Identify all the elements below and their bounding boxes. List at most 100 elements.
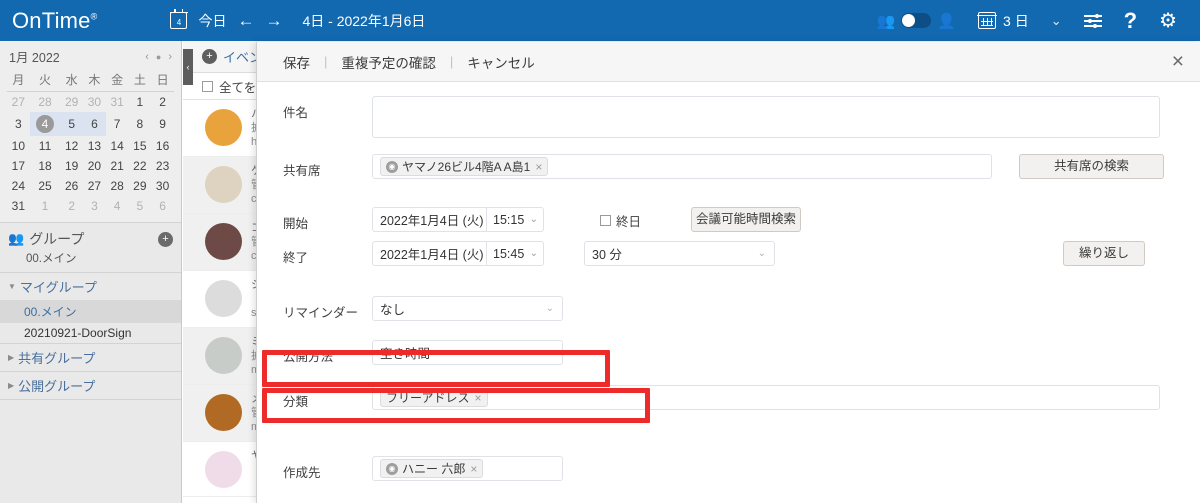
day-cell[interactable]: 30 [83,92,106,113]
calendar-icon[interactable]: 4 [169,9,189,29]
shared-seat-token[interactable]: ◉ ヤマノ26ビル4階A A島1 × [380,157,549,176]
day-cell[interactable]: 3 [7,112,30,136]
day-cell[interactable]: 6 [83,112,106,136]
day-cell[interactable]: 21 [106,156,129,176]
sidebar-item-public-group[interactable]: ▶ 公開グループ [0,371,181,399]
sidebar-item-00-main[interactable]: 00.メイン [0,300,181,323]
day-number: 15 [133,139,147,153]
app-logo[interactable]: OnTime® [12,8,97,34]
day-cell[interactable]: 9 [151,112,174,136]
day-cell[interactable]: 29 [128,176,151,196]
view-toggle-switch[interactable] [901,13,932,28]
day-cell[interactable]: 5 [128,196,151,216]
repeat-button[interactable]: 繰り返し [1063,241,1145,266]
sidebar-item-shared-group[interactable]: ▶ 共有グループ [0,343,181,371]
avatar [205,109,242,146]
day-cell[interactable]: 2 [151,92,174,113]
sidebar-collapse-handle[interactable]: ‹ [183,49,193,85]
day-cell[interactable]: 27 [7,92,30,113]
reminder-select[interactable]: なし ⌄ [372,296,563,321]
sidebar-item-doorsign[interactable]: 20210921-DoorSign [0,323,181,343]
select-all-checkbox[interactable] [202,80,213,92]
start-time-select[interactable]: 15:15 ⌄ [486,207,544,232]
mini-calendar-today-dot-icon[interactable]: ● [156,52,161,62]
start-date-input[interactable]: 2022年1月4日 (火) [372,207,486,232]
mini-calendar-prev-icon[interactable]: ‹ [145,51,149,63]
day-number: 2 [68,199,76,213]
day-cell[interactable]: 3 [83,196,106,216]
day-cell[interactable]: 12 [60,136,83,156]
mini-calendar-next-icon[interactable]: › [168,51,172,63]
filter-button[interactable] [1073,13,1113,28]
day-cell[interactable]: 1 [128,92,151,113]
all-day-toggle[interactable]: 終日 [600,207,641,230]
day-cell-today[interactable]: 4 [29,112,61,136]
remove-token-icon[interactable]: × [535,160,542,174]
plus-circle-icon[interactable]: + [202,49,217,64]
next-arrow-icon[interactable]: → [265,12,282,29]
day-cell[interactable]: 22 [128,156,151,176]
day-cell[interactable]: 31 [106,92,129,113]
create-in-input[interactable]: ◉ ハニー 六郎 × [372,456,563,481]
add-group-button[interactable]: + [158,231,173,247]
close-icon[interactable]: × [1172,51,1184,72]
all-day-checkbox[interactable] [600,215,611,226]
twisty-icon[interactable]: ▶ [8,353,14,362]
day-cell[interactable]: 10 [7,136,30,156]
duration-select[interactable]: 30 分 ⌄ [584,241,775,266]
day-cell[interactable]: 16 [151,136,174,156]
twisty-icon[interactable]: ▼ [8,282,16,291]
day-cell[interactable]: 28 [106,176,129,196]
day-cell[interactable]: 5 [60,112,84,136]
people-toggle[interactable]: 👥 👤 [866,12,967,30]
day-cell[interactable]: 8 [128,112,151,136]
day-cell[interactable]: 20 [83,156,106,176]
day-cell[interactable]: 7 [106,112,129,136]
day-cell[interactable]: 13 [83,136,106,156]
day-cell[interactable]: 14 [106,136,129,156]
day-cell[interactable]: 4 [106,196,129,216]
find-meeting-time-button[interactable]: 会議可能時間検索 [691,207,802,232]
day-cell[interactable]: 18 [30,156,61,176]
help-button[interactable]: ? [1113,8,1148,34]
day-cell[interactable]: 2 [60,196,83,216]
day-cell[interactable]: 26 [60,176,83,196]
day-cell[interactable]: 24 [7,176,30,196]
day-cell[interactable]: 23 [151,156,174,176]
day-cell[interactable]: 19 [60,156,83,176]
visibility-select[interactable]: 空き時間 ⌄ [372,340,563,365]
day-cell[interactable]: 25 [30,176,61,196]
end-time-select[interactable]: 15:45 ⌄ [486,241,544,266]
chevron-down-icon: ⌄ [757,248,766,259]
view-selector[interactable]: 3 日 [967,11,1040,31]
day-cell[interactable]: 30 [151,176,174,196]
day-cell[interactable]: 27 [83,176,106,196]
day-cell[interactable]: 11 [30,136,61,156]
day-cell[interactable]: 1 [30,196,61,216]
shared-seat-input[interactable]: ◉ ヤマノ26ビル4階A A島1 × [372,154,992,179]
view-dropdown[interactable]: ⌄ [1040,13,1073,29]
remove-token-icon[interactable]: × [475,391,482,405]
search-shared-seat-button[interactable]: 共有席の検索 [1019,154,1164,179]
day-cell[interactable]: 29 [60,92,83,113]
end-date-input[interactable]: 2022年1月4日 (火) [372,241,486,266]
day-cell[interactable]: 17 [7,156,30,176]
category-token[interactable]: フリーアドレス × [380,388,488,407]
today-button[interactable]: 今日 [198,11,226,31]
cancel-button[interactable]: キャンセル [467,52,535,72]
check-conflicts-button[interactable]: 重複予定の確認 [341,52,436,72]
twisty-icon[interactable]: ▶ [8,381,14,390]
day-cell[interactable]: 28 [30,92,61,113]
remove-token-icon[interactable]: × [470,462,477,476]
category-input[interactable]: フリーアドレス × [372,385,1160,410]
settings-button[interactable]: ⚙ [1148,8,1188,33]
sidebar-item-my-group[interactable]: ▼ マイグループ [0,272,181,300]
day-number: 29 [133,179,147,193]
day-cell[interactable]: 31 [7,196,30,216]
subject-input[interactable] [372,96,1160,138]
day-cell[interactable]: 6 [151,196,174,216]
create-in-token[interactable]: ◉ ハニー 六郎 × [380,459,484,478]
save-button[interactable]: 保存 [283,52,310,72]
prev-arrow-icon[interactable]: ← [237,12,254,29]
day-cell[interactable]: 15 [128,136,151,156]
